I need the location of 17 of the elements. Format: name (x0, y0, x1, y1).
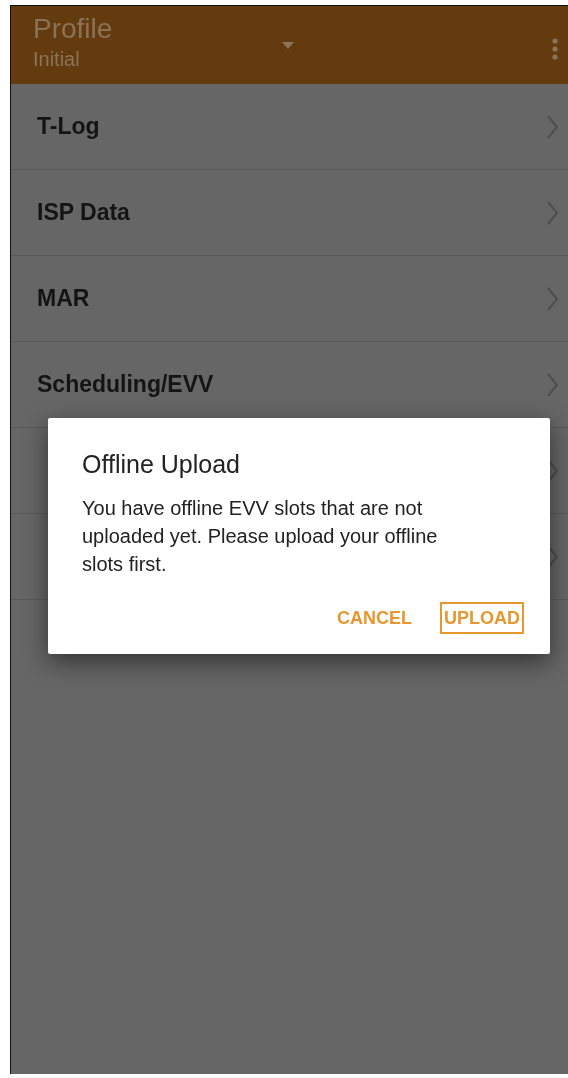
menu-row[interactable]: ISP Data (11, 170, 568, 256)
chevron-right-icon (547, 544, 558, 569)
chevron-right-icon (547, 458, 558, 483)
dropdown-icon[interactable] (282, 42, 295, 49)
cancel-button[interactable]: CANCEL (333, 602, 416, 634)
more-options-icon[interactable] (552, 38, 558, 60)
menu-row[interactable]: T-Log (11, 84, 568, 170)
chevron-right-icon (547, 114, 558, 139)
dialog-title: Offline Upload (82, 449, 241, 480)
menu-row[interactable]: MAR (11, 256, 568, 342)
chevron-right-icon (547, 200, 558, 225)
upload-button[interactable]: UPLOAD (440, 602, 524, 634)
app-bar-title: Profile (33, 12, 113, 46)
chevron-right-icon (547, 286, 558, 311)
dialog-message: You have offline EVV slots that are not uploaded yet. Please upload your offline slots first. (82, 496, 439, 577)
chevron-right-icon (547, 372, 558, 397)
app-bar-subtitle: Initial (33, 47, 81, 72)
